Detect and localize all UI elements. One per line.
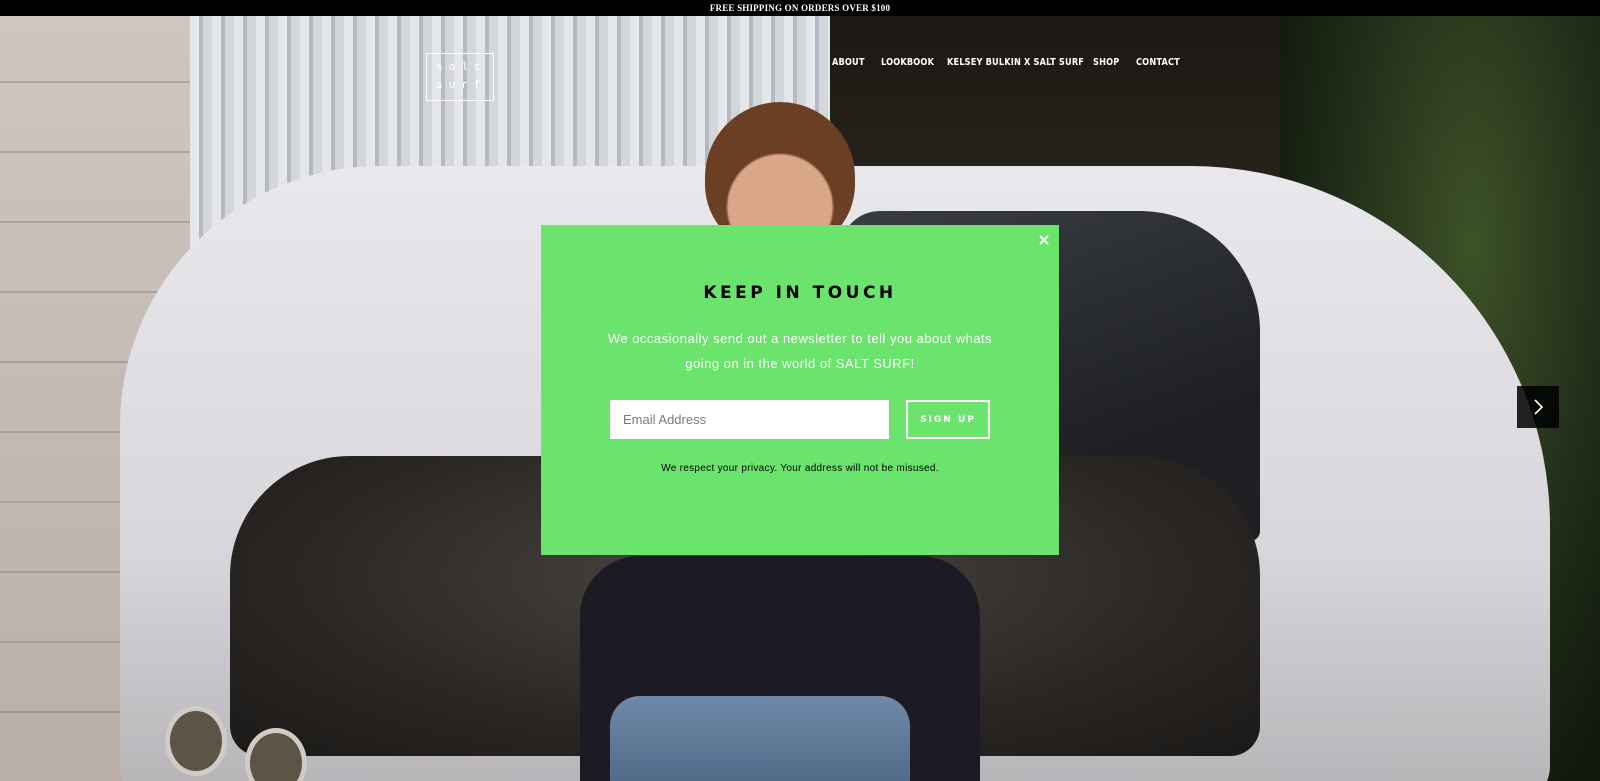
newsletter-modal: KEEP IN TOUCH We occasionally send out a… [541,225,1059,555]
slider-next-button[interactable] [1517,386,1559,428]
privacy-note: We respect your privacy. Your address wi… [661,463,939,474]
modal-title: KEEP IN TOUCH [703,283,897,303]
hero-person-jeans [610,696,910,781]
logo-line-2: surf [436,80,487,92]
modal-close-button[interactable] [1037,233,1051,247]
nav-lookbook[interactable]: LOOKBOOK [881,57,935,73]
chevron-right-icon [1534,399,1544,415]
signup-button[interactable]: SIGN UP [906,400,990,439]
email-input[interactable] [610,400,889,439]
nav-kelsey-bulkin-x-salt-surf[interactable]: KELSEY BULKIN X SALT SURF [947,57,1084,73]
nav-shop[interactable]: SHOP [1093,57,1128,73]
nav-contact[interactable]: CONTACT [1136,57,1180,73]
modal-description: We occasionally send out a newsletter to… [607,331,993,371]
hero-headlight [165,706,227,776]
announcement-bar: FREE SHIPPING ON ORDERS OVER $100 [0,0,1600,16]
site-logo[interactable]: salt surf [426,53,494,101]
logo-line-1: salt [436,62,487,74]
close-icon [1039,235,1049,245]
nav-about[interactable]: ABOUT [832,57,872,73]
announcement-text: FREE SHIPPING ON ORDERS OVER $100 [709,3,891,13]
main-nav: ABOUT LOOKBOOK KELSEY BULKIN X SALT SURF… [832,57,1190,73]
